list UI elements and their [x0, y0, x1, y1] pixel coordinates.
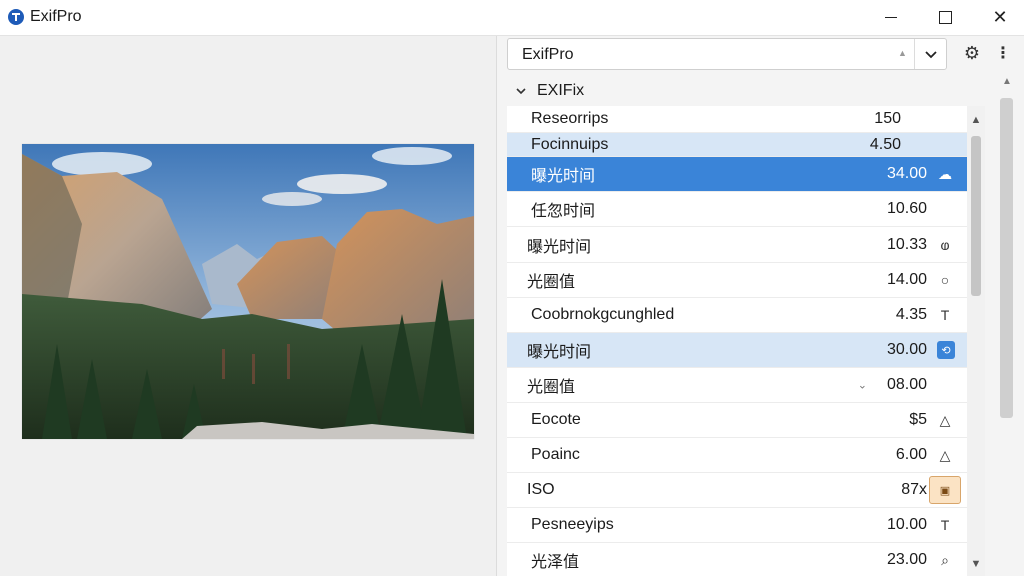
chevron-down-icon [515, 85, 527, 97]
table-row[interactable]: 任忽时间 10.60 [507, 192, 967, 227]
table-row[interactable]: ISO 87x ▣ [507, 473, 967, 508]
metadata-panel: ExifPro ▲ ⚙ ⋮ EXIFix Reseorrips 150 Focinn… [497, 36, 1024, 576]
divider [914, 39, 915, 69]
close-button[interactable]: ✕ [975, 0, 1024, 35]
aperture-icon[interactable]: ○ [935, 270, 955, 290]
field-name: 曝光时间 [527, 238, 592, 256]
triangle-icon[interactable]: △ [935, 445, 955, 465]
landscape-photo [22, 144, 474, 439]
field-value[interactable]: 150 [874, 110, 901, 128]
field-name: 任忽时间 [531, 203, 596, 220]
field-name: Pesneeyips [531, 516, 614, 533]
scroll-up-icon: ▲ [898, 48, 907, 58]
field-value[interactable]: 08.00 [887, 376, 927, 394]
field-value[interactable]: 6.00 [896, 446, 927, 464]
panel-scrollbar[interactable]: ▲ [997, 72, 1017, 576]
iso-badge-icon[interactable]: ▣ [929, 476, 961, 504]
text-icon[interactable]: T [935, 515, 955, 535]
table-row[interactable]: 曝光时间 10.33 ⱷ [507, 227, 967, 263]
field-name: ISO [527, 481, 555, 498]
field-name: 曝光时间 [531, 168, 596, 185]
table-row[interactable]: 光圈值 14.00 ○ [507, 263, 967, 298]
table-row[interactable]: 曝光时间 34.00 ☁ [507, 157, 967, 192]
minimize-icon [885, 16, 897, 19]
cloud-sync-icon[interactable]: ☁ [935, 164, 955, 184]
table-row[interactable]: Coobrnokgcunghled 4.35 T [507, 298, 967, 333]
field-name: 曝光时间 [527, 344, 592, 361]
field-value[interactable]: $5 [909, 411, 927, 429]
scrollbar-thumb[interactable] [1000, 98, 1013, 418]
gear-icon[interactable]: ⚙ [962, 43, 982, 63]
field-name: 光泽值 [531, 554, 580, 571]
more-options-icon[interactable]: ⋮ [993, 43, 1013, 63]
chevron-down-icon[interactable]: ⌄ [858, 379, 867, 392]
table-row[interactable]: 光圈值 08.00 ⌄ [507, 368, 967, 403]
section-label: EXIFix [537, 82, 585, 99]
field-value[interactable]: 4.50 [870, 136, 901, 154]
table-row[interactable]: Reseorrips 150 [507, 106, 967, 133]
field-value[interactable]: 34.00 [887, 165, 927, 183]
maximize-button[interactable] [920, 0, 970, 35]
field-value[interactable]: 14.00 [887, 271, 927, 289]
scroll-up-arrow-icon[interactable]: ▲ [967, 110, 985, 130]
image-preview-pane [0, 36, 497, 576]
minimize-button[interactable] [866, 0, 916, 35]
scroll-down-arrow-icon[interactable]: ▼ [967, 554, 985, 574]
field-name: 光圈值 [527, 274, 576, 291]
preset-dropdown[interactable]: ExifPro ▲ [507, 38, 947, 70]
text-icon[interactable]: T [935, 305, 955, 325]
metadata-table: Reseorrips 150 Focinnuips 4.50 曝光时间 34.00 ☁ 任忽时… [507, 106, 967, 576]
table-row[interactable]: Eocote $5 △ [507, 403, 967, 438]
field-name: Reseorrips [531, 110, 609, 127]
scrollbar-thumb[interactable] [971, 136, 981, 296]
table-row[interactable]: Poainc 6.00 △ [507, 438, 967, 473]
scroll-up-arrow-icon[interactable]: ▲ [997, 76, 1017, 87]
table-row[interactable]: Focinnuips 4.50 [507, 133, 967, 157]
up-arrow-icon[interactable]: △ [935, 410, 955, 430]
table-scrollbar[interactable]: ▲ ▼ [967, 106, 985, 576]
window-title: ExifPro [30, 8, 82, 25]
search-icon[interactable]: ⌕ [935, 550, 955, 570]
field-value[interactable]: 23.00 [887, 551, 927, 569]
field-value[interactable]: 10.00 [887, 516, 927, 534]
table-row[interactable]: 曝光时间 30.00 ⟲ [507, 333, 967, 368]
field-name: Focinnuips [531, 135, 609, 153]
refresh-badge-icon[interactable]: ⟲ [937, 341, 955, 359]
field-value[interactable]: 10.33 [887, 236, 927, 254]
field-name: Coobrnokgcunghled [531, 306, 675, 323]
app-logo-icon [8, 9, 24, 25]
field-name: Poainc [531, 446, 580, 463]
field-value[interactable]: 87x [901, 481, 927, 499]
close-icon: ✕ [992, 7, 1008, 27]
field-value[interactable]: 10.60 [887, 200, 927, 218]
field-name: Eocote [531, 411, 581, 428]
preset-value: ExifPro [522, 46, 574, 63]
field-name: 光圈值 [527, 379, 576, 396]
rotate-icon[interactable]: ⱷ [935, 235, 955, 255]
maximize-icon [938, 11, 952, 24]
table-row[interactable]: Pesneeyips 10.00 T [507, 508, 967, 543]
field-value[interactable]: 30.00 [887, 341, 927, 359]
photo-preview[interactable] [22, 144, 474, 439]
table-row[interactable]: 光泽值 23.00 ⌕ [507, 543, 967, 576]
chevron-down-icon[interactable] [920, 45, 942, 65]
field-value[interactable]: 4.35 [896, 306, 927, 324]
title-bar: ExifPro ✕ [0, 0, 1024, 36]
section-header-exif[interactable]: EXIFix [515, 80, 584, 102]
